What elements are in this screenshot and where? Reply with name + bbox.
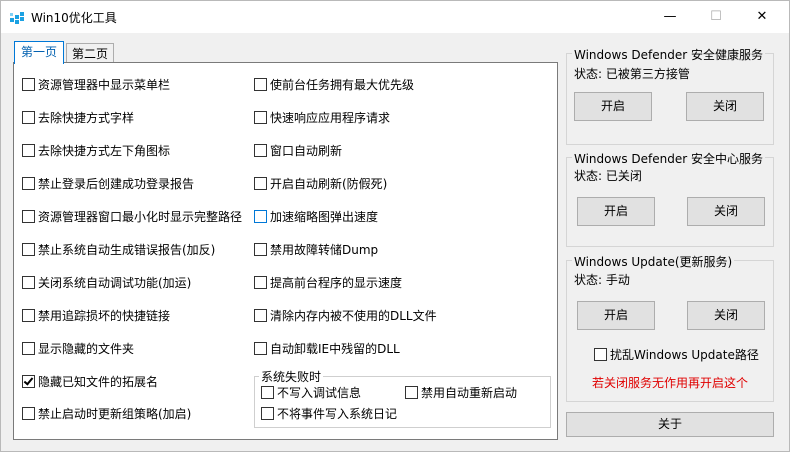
checkbox[interactable] — [405, 386, 418, 399]
option-foreground-display-speed[interactable]: 提高前台程序的显示速度 — [254, 275, 402, 291]
option-label: 禁止系统自动生成错误报告(加反) — [38, 243, 216, 257]
option-unload-ie-dll[interactable]: 自动卸载IE中残留的DLL — [254, 341, 400, 357]
defender-center-status: 状态: 已关闭 — [574, 169, 642, 183]
checkbox[interactable] — [594, 348, 607, 361]
defender-health-title: Windows Defender 安全健康服务 — [572, 46, 765, 63]
warning-text: 若关闭服务无作用再开启这个 — [592, 376, 749, 390]
tab-page-1[interactable]: 第一页 — [14, 41, 64, 64]
option-label: 扰乱Windows Update路径 — [610, 348, 759, 362]
checkbox[interactable] — [254, 342, 267, 355]
option-full-path-minimized[interactable]: 资源管理器窗口最小化时显示完整路径 — [22, 209, 242, 225]
windows-update-stop-button[interactable]: 关闭 — [687, 301, 765, 330]
defender-center-title: Windows Defender 安全中心服务 — [572, 150, 765, 167]
option-label: 提高前台程序的显示速度 — [270, 276, 403, 290]
option-disable-link-tracking[interactable]: 禁用追踪损坏的快捷链接 — [22, 308, 170, 324]
option-label: 禁止启动时更新组策略(加启) — [38, 407, 192, 421]
option-label: 快速响应应用程序请求 — [270, 111, 391, 125]
option-label: 资源管理器窗口最小化时显示完整路径 — [38, 210, 243, 224]
checkbox[interactable] — [261, 386, 274, 399]
checkbox[interactable] — [254, 111, 267, 124]
checkbox[interactable] — [22, 309, 35, 322]
option-show-hidden-folders[interactable]: 显示隐藏的文件夹 — [22, 341, 134, 357]
checkbox[interactable] — [22, 407, 35, 420]
title-bar: Win10优化工具 — ☐ ✕ — [1, 1, 789, 33]
option-label: 关闭系统自动调试功能(加运) — [38, 276, 192, 290]
option-show-menubar[interactable]: 资源管理器中显示菜单栏 — [22, 77, 170, 93]
checkbox[interactable] — [22, 342, 35, 355]
minimize-button[interactable]: — — [647, 1, 693, 33]
option-label: 窗口自动刷新 — [270, 144, 343, 158]
defender-center-start-button[interactable]: 开启 — [577, 197, 655, 226]
option-no-debug-info[interactable]: 不写入调试信息 — [261, 385, 361, 401]
checkbox[interactable] — [22, 111, 35, 124]
option-label: 不写入调试信息 — [277, 386, 362, 400]
checkbox[interactable] — [22, 276, 35, 289]
checkbox[interactable] — [254, 243, 267, 256]
option-label: 隐藏已知文件的拓展名 — [38, 375, 159, 389]
close-button[interactable]: ✕ — [739, 1, 785, 33]
checkbox[interactable] — [22, 78, 35, 91]
option-no-auto-restart[interactable]: 禁用自动重新启动 — [405, 385, 517, 401]
checkbox[interactable] — [254, 309, 267, 322]
checkbox[interactable] — [22, 243, 35, 256]
windows-update-start-button[interactable]: 开启 — [577, 301, 655, 330]
option-no-error-report[interactable]: 禁止系统自动生成错误报告(加反) — [22, 242, 215, 258]
option-remove-shortcut-arrow[interactable]: 去除快捷方式左下角图标 — [22, 143, 170, 159]
option-auto-refresh-anti-freeze[interactable]: 开启自动刷新(防假死) — [254, 176, 387, 192]
option-label: 去除快捷方式字样 — [38, 111, 135, 125]
defender-health-status: 状态: 已被第三方接管 — [574, 67, 690, 81]
option-no-login-report[interactable]: 禁止登录后创建成功登录报告 — [22, 176, 194, 192]
option-label: 去除快捷方式左下角图标 — [38, 144, 171, 158]
system-failure-title: 系统失败时 — [259, 368, 324, 385]
option-window-auto-refresh[interactable]: 窗口自动刷新 — [254, 143, 342, 159]
option-label: 清除内存内被不使用的DLL文件 — [270, 309, 437, 323]
about-button[interactable]: 关于 — [566, 412, 774, 437]
option-hide-extensions[interactable]: 隐藏已知文件的拓展名 — [22, 374, 158, 390]
checkbox[interactable] — [22, 210, 35, 223]
option-label: 禁用追踪损坏的快捷链接 — [38, 309, 171, 323]
tab-page-2[interactable]: 第二页 — [66, 43, 114, 64]
option-label: 不将事件写入系统日记 — [277, 407, 398, 421]
option-label: 禁用故障转储Dump — [270, 243, 379, 257]
option-no-event-log[interactable]: 不将事件写入系统日记 — [261, 406, 397, 422]
option-no-gpo-update[interactable]: 禁止启动时更新组策略(加启) — [22, 406, 191, 422]
option-scramble-update-path[interactable]: 扰乱Windows Update路径 — [594, 347, 759, 363]
option-label: 加速缩略图弹出速度 — [270, 210, 379, 224]
checkbox[interactable] — [254, 210, 267, 223]
window-title: Win10优化工具 — [31, 11, 117, 25]
option-fast-app-response[interactable]: 快速响应应用程序请求 — [254, 110, 390, 126]
defender-center-stop-button[interactable]: 关闭 — [687, 197, 765, 226]
app-logo-icon — [10, 12, 24, 24]
checkbox[interactable] — [22, 177, 35, 190]
option-fast-thumbnails[interactable]: 加速缩略图弹出速度 — [254, 209, 378, 225]
checkbox[interactable] — [261, 407, 274, 420]
defender-health-stop-button[interactable]: 关闭 — [686, 92, 764, 121]
option-label: 自动卸载IE中残留的DLL — [270, 342, 400, 356]
checkbox[interactable] — [22, 144, 35, 157]
option-label: 禁止登录后创建成功登录报告 — [38, 177, 195, 191]
option-foreground-priority[interactable]: 使前台任务拥有最大优先级 — [254, 77, 414, 93]
option-label: 资源管理器中显示菜单栏 — [38, 78, 171, 92]
option-label: 禁用自动重新启动 — [421, 386, 518, 400]
option-disable-dump[interactable]: 禁用故障转储Dump — [254, 242, 378, 258]
option-clear-unused-dll[interactable]: 清除内存内被不使用的DLL文件 — [254, 308, 437, 324]
option-remove-shortcut-text[interactable]: 去除快捷方式字样 — [22, 110, 134, 126]
option-disable-auto-debug[interactable]: 关闭系统自动调试功能(加运) — [22, 275, 191, 291]
option-label: 开启自动刷新(防假死) — [270, 177, 388, 191]
defender-health-start-button[interactable]: 开启 — [574, 92, 652, 121]
option-label: 显示隐藏的文件夹 — [38, 342, 135, 356]
checkbox[interactable] — [254, 177, 267, 190]
windows-update-status: 状态: 手动 — [574, 273, 630, 287]
option-label: 使前台任务拥有最大优先级 — [270, 78, 415, 92]
checkbox[interactable] — [254, 144, 267, 157]
checkbox[interactable] — [254, 78, 267, 91]
windows-update-title: Windows Update(更新服务) — [572, 253, 735, 270]
checkbox[interactable] — [254, 276, 267, 289]
maximize-button[interactable]: ☐ — [693, 1, 739, 33]
checkbox-checked[interactable] — [22, 375, 35, 388]
